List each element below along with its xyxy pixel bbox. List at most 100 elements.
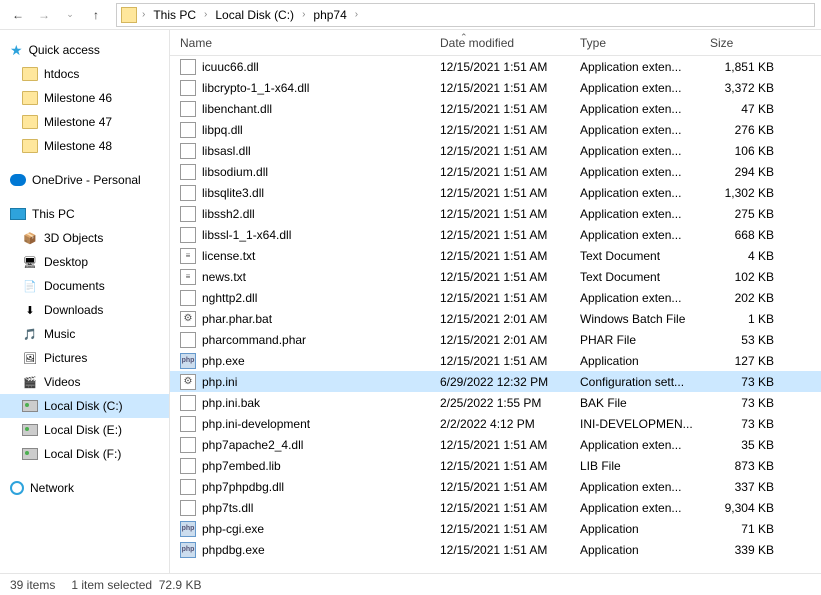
file-size: 73 KB: [700, 396, 790, 410]
file-icon: [180, 395, 196, 411]
sidebar-item-label: Local Disk (E:): [44, 423, 122, 437]
column-header-size[interactable]: Size: [700, 36, 790, 50]
file-type: Configuration sett...: [570, 375, 700, 389]
file-row[interactable]: icuuc66.dll12/15/2021 1:51 AMApplication…: [170, 56, 821, 77]
file-row[interactable]: libcrypto-1_1-x64.dll12/15/2021 1:51 AMA…: [170, 77, 821, 98]
column-header-date[interactable]: Date modified: [430, 36, 570, 50]
file-row[interactable]: php.ini6/29/2022 12:32 PMConfiguration s…: [170, 371, 821, 392]
file-name: php.ini: [202, 375, 237, 389]
sidebar-item[interactable]: 📄Documents: [0, 274, 169, 298]
sidebar-item-label: Music: [44, 327, 75, 341]
file-row[interactable]: libenchant.dll12/15/2021 1:51 AMApplicat…: [170, 98, 821, 119]
file-type: Application exten...: [570, 480, 700, 494]
sidebar-onedrive[interactable]: OneDrive - Personal: [0, 168, 169, 192]
pc-icon: [10, 208, 26, 220]
file-row[interactable]: news.txt12/15/2021 1:51 AMText Document1…: [170, 266, 821, 287]
sidebar-this-pc[interactable]: This PC: [0, 202, 169, 226]
sidebar-item[interactable]: Local Disk (C:): [0, 394, 169, 418]
file-icon: [180, 353, 196, 369]
chevron-right-icon[interactable]: ›: [352, 9, 361, 20]
file-size: 47 KB: [700, 102, 790, 116]
file-date: 12/15/2021 2:01 AM: [430, 333, 570, 347]
sidebar-item[interactable]: ⬇Downloads: [0, 298, 169, 322]
file-list[interactable]: icuuc66.dll12/15/2021 1:51 AMApplication…: [170, 56, 821, 573]
file-icon: [180, 542, 196, 558]
sidebar-item[interactable]: 🖼 Pictures: [0, 346, 169, 370]
file-type: Application exten...: [570, 102, 700, 116]
sidebar-item[interactable]: Milestone 46: [0, 86, 169, 110]
file-row[interactable]: libsqlite3.dll12/15/2021 1:51 AMApplicat…: [170, 182, 821, 203]
folder-icon: 🖥: [22, 255, 38, 269]
file-size: 668 KB: [700, 228, 790, 242]
file-icon: [180, 311, 196, 327]
folder-icon: 🎵: [22, 327, 38, 341]
file-row[interactable]: libsodium.dll12/15/2021 1:51 AMApplicati…: [170, 161, 821, 182]
file-size: 73 KB: [700, 375, 790, 389]
file-row[interactable]: license.txt12/15/2021 1:51 AMText Docume…: [170, 245, 821, 266]
recent-dropdown[interactable]: ⌄: [58, 3, 82, 27]
file-row[interactable]: php7phpdbg.dll12/15/2021 1:51 AMApplicat…: [170, 476, 821, 497]
column-header-name[interactable]: Name: [170, 36, 430, 50]
file-date: 12/15/2021 1:51 AM: [430, 60, 570, 74]
folder-icon: [22, 91, 38, 105]
forward-button[interactable]: →: [32, 3, 56, 27]
file-row[interactable]: nghttp2.dll12/15/2021 1:51 AMApplication…: [170, 287, 821, 308]
sidebar-item[interactable]: 🖥Desktop: [0, 250, 169, 274]
file-name: php7ts.dll: [202, 501, 253, 515]
file-type: BAK File: [570, 396, 700, 410]
status-selected-count: 1 item selected 72.9 KB: [71, 578, 201, 592]
file-row[interactable]: libssh2.dll12/15/2021 1:51 AMApplication…: [170, 203, 821, 224]
file-type: Application exten...: [570, 207, 700, 221]
sidebar-item-label: Milestone 47: [44, 115, 112, 129]
file-row[interactable]: php7embed.lib12/15/2021 1:51 AMLIB File8…: [170, 455, 821, 476]
star-icon: ★: [10, 42, 23, 59]
folder-icon: [22, 115, 38, 129]
file-row[interactable]: libsasl.dll12/15/2021 1:51 AMApplication…: [170, 140, 821, 161]
sidebar-item-label: Pictures: [44, 351, 87, 365]
file-row[interactable]: pharcommand.phar12/15/2021 2:01 AMPHAR F…: [170, 329, 821, 350]
sidebar-item[interactable]: Milestone 48: [0, 134, 169, 158]
sidebar-item[interactable]: htdocs: [0, 62, 169, 86]
address-bar[interactable]: › This PC › Local Disk (C:) › php74 ›: [116, 3, 815, 27]
chevron-right-icon[interactable]: ›: [201, 9, 210, 20]
sidebar-item-label: 3D Objects: [44, 231, 103, 245]
sidebar-network[interactable]: Network: [0, 476, 169, 500]
sidebar-quick-access[interactable]: ★ Quick access: [0, 38, 169, 62]
file-icon: [180, 479, 196, 495]
breadcrumb[interactable]: php74: [310, 8, 349, 22]
sidebar-item[interactable]: 🎵 Music: [0, 322, 169, 346]
file-size: 127 KB: [700, 354, 790, 368]
up-button[interactable]: ↑: [84, 3, 108, 27]
sort-indicator-icon: ⌃: [460, 32, 468, 43]
back-button[interactable]: ←: [6, 3, 30, 27]
file-row[interactable]: phar.phar.bat12/15/2021 2:01 AMWindows B…: [170, 308, 821, 329]
sidebar-item[interactable]: Milestone 47: [0, 110, 169, 134]
breadcrumb[interactable]: Local Disk (C:): [212, 8, 297, 22]
file-size: 276 KB: [700, 123, 790, 137]
file-row[interactable]: php.ini-development2/2/2022 4:12 PMINI-D…: [170, 413, 821, 434]
file-type: Application exten...: [570, 123, 700, 137]
sidebar-item[interactable]: Local Disk (E:): [0, 418, 169, 442]
sidebar-item[interactable]: Local Disk (F:): [0, 442, 169, 466]
file-type: Application exten...: [570, 144, 700, 158]
column-header-type[interactable]: Type: [570, 36, 700, 50]
file-date: 12/15/2021 1:51 AM: [430, 543, 570, 557]
file-row[interactable]: libpq.dll12/15/2021 1:51 AMApplication e…: [170, 119, 821, 140]
sidebar-item-label: This PC: [32, 207, 75, 221]
chevron-right-icon[interactable]: ›: [139, 9, 148, 20]
sidebar-item[interactable]: 📦3D Objects: [0, 226, 169, 250]
file-row[interactable]: phpdbg.exe12/15/2021 1:51 AMApplication3…: [170, 539, 821, 560]
chevron-right-icon[interactable]: ›: [299, 9, 308, 20]
sidebar-item[interactable]: 🎬Videos: [0, 370, 169, 394]
file-row[interactable]: php7apache2_4.dll12/15/2021 1:51 AMAppli…: [170, 434, 821, 455]
file-row[interactable]: php.exe12/15/2021 1:51 AMApplication127 …: [170, 350, 821, 371]
folder-icon: 🖼: [22, 351, 38, 365]
breadcrumb[interactable]: This PC: [150, 8, 199, 22]
file-row[interactable]: libssl-1_1-x64.dll12/15/2021 1:51 AMAppl…: [170, 224, 821, 245]
file-row[interactable]: php-cgi.exe12/15/2021 1:51 AMApplication…: [170, 518, 821, 539]
file-row[interactable]: php7ts.dll12/15/2021 1:51 AMApplication …: [170, 497, 821, 518]
file-size: 1,851 KB: [700, 60, 790, 74]
file-date: 12/15/2021 1:51 AM: [430, 270, 570, 284]
file-row[interactable]: php.ini.bak2/25/2022 1:55 PMBAK File73 K…: [170, 392, 821, 413]
drive-icon: [22, 448, 38, 460]
